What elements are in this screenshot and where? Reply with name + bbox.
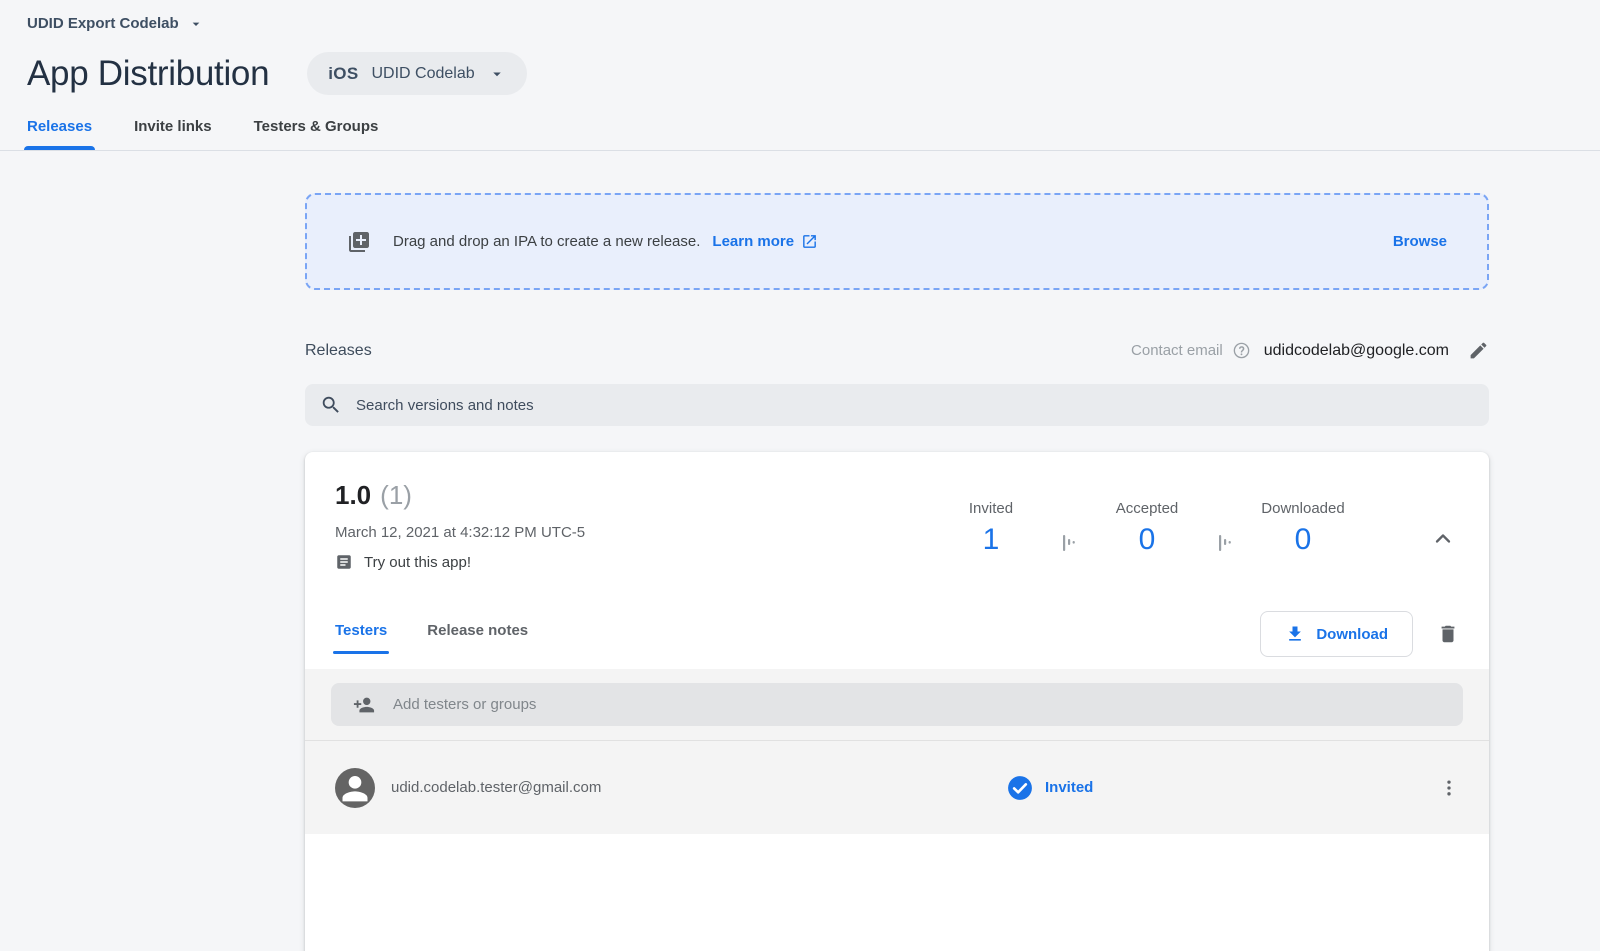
tester-menu-button[interactable] <box>1439 778 1459 798</box>
ipa-dropzone[interactable]: Drag and drop an IPA to create a new rel… <box>305 193 1489 290</box>
open-in-new-icon <box>801 233 818 250</box>
delete-release-button[interactable] <box>1437 623 1459 645</box>
stat-value: 0 <box>1253 523 1353 557</box>
release-notes-preview: Try out this app! <box>364 554 471 571</box>
project-selector[interactable]: UDID Export Codelab <box>27 15 204 32</box>
check-circle-icon <box>1007 775 1033 801</box>
stat-invited: Invited 1 <box>941 500 1041 557</box>
stat-accepted: Accepted 0 <box>1097 500 1197 557</box>
app-name: UDID Codelab <box>371 65 474 83</box>
avatar <box>335 768 375 808</box>
help-icon[interactable] <box>1232 341 1251 360</box>
download-button[interactable]: Download <box>1260 611 1413 657</box>
person-add-icon <box>353 694 375 716</box>
add-testers-input[interactable] <box>393 696 1441 713</box>
stat-downloaded: Downloaded 0 <box>1253 500 1353 557</box>
tab-testers[interactable]: Testers <box>335 622 387 654</box>
learn-more-label: Learn more <box>712 233 794 250</box>
stat-value: 1 <box>941 523 1041 557</box>
browse-button[interactable]: Browse <box>1393 233 1447 250</box>
more-vert-icon <box>1439 778 1459 798</box>
page-title: App Distribution <box>27 54 269 94</box>
tab-releases[interactable]: Releases <box>27 118 92 150</box>
stat-value: 0 <box>1097 523 1197 557</box>
release-notes-icon <box>335 553 353 571</box>
release-build-number: (1) <box>380 480 412 511</box>
learn-more-link[interactable]: Learn more <box>712 233 818 250</box>
library-add-icon <box>347 230 371 254</box>
stat-label: Invited <box>941 500 1041 517</box>
releases-heading: Releases <box>305 342 372 360</box>
search-bar <box>305 384 1489 426</box>
main-tabs: Releases Invite links Testers & Groups <box>0 118 1600 151</box>
release-stats: Invited 1 Accepted 0 Downloaded 0 <box>941 500 1353 571</box>
chevron-up-icon <box>1431 527 1455 551</box>
app-selector-chip[interactable]: iOS UDID Codelab <box>307 52 526 95</box>
release-card: 1.0 (1) March 12, 2021 at 4:32:12 PM UTC… <box>305 452 1489 951</box>
project-selector-label: UDID Export Codelab <box>27 15 179 32</box>
tab-testers-groups[interactable]: Testers & Groups <box>254 118 379 150</box>
trash-icon <box>1437 623 1459 645</box>
dropzone-text: Drag and drop an IPA to create a new rel… <box>393 233 700 250</box>
tester-status: Invited <box>1007 775 1093 801</box>
tester-status-label: Invited <box>1045 779 1093 796</box>
funnel-separator-icon <box>1219 532 1231 559</box>
stat-label: Accepted <box>1097 500 1197 517</box>
release-date: March 12, 2021 at 4:32:12 PM UTC-5 <box>335 524 941 541</box>
release-version: 1.0 <box>335 480 371 511</box>
search-input[interactable] <box>356 397 1474 414</box>
stat-label: Downloaded <box>1253 500 1353 517</box>
chevron-down-icon <box>488 65 506 83</box>
contact-email-label: Contact email <box>1131 342 1223 359</box>
page-header: UDID Export Codelab App Distribution iOS… <box>0 0 1600 95</box>
edit-contact-email-icon[interactable] <box>1468 340 1489 361</box>
tab-invite-links[interactable]: Invite links <box>134 118 212 150</box>
release-tabs: Testers Release notes <box>335 622 528 654</box>
testers-section: udid.codelab.tester@gmail.com Invited <box>305 669 1489 834</box>
tester-email: udid.codelab.tester@gmail.com <box>391 779 601 796</box>
contact-email-value: udidcodelab@google.com <box>1264 342 1449 360</box>
download-icon <box>1285 624 1305 644</box>
collapse-release-button[interactable] <box>1431 506 1455 571</box>
tab-release-notes[interactable]: Release notes <box>427 622 528 654</box>
funnel-separator-icon <box>1063 532 1075 559</box>
tester-row: udid.codelab.tester@gmail.com Invited <box>305 741 1489 834</box>
search-icon <box>320 394 342 416</box>
ios-platform-icon: iOS <box>328 64 358 84</box>
add-testers-field <box>331 683 1463 726</box>
chevron-down-icon <box>188 16 204 32</box>
download-label: Download <box>1316 626 1388 643</box>
